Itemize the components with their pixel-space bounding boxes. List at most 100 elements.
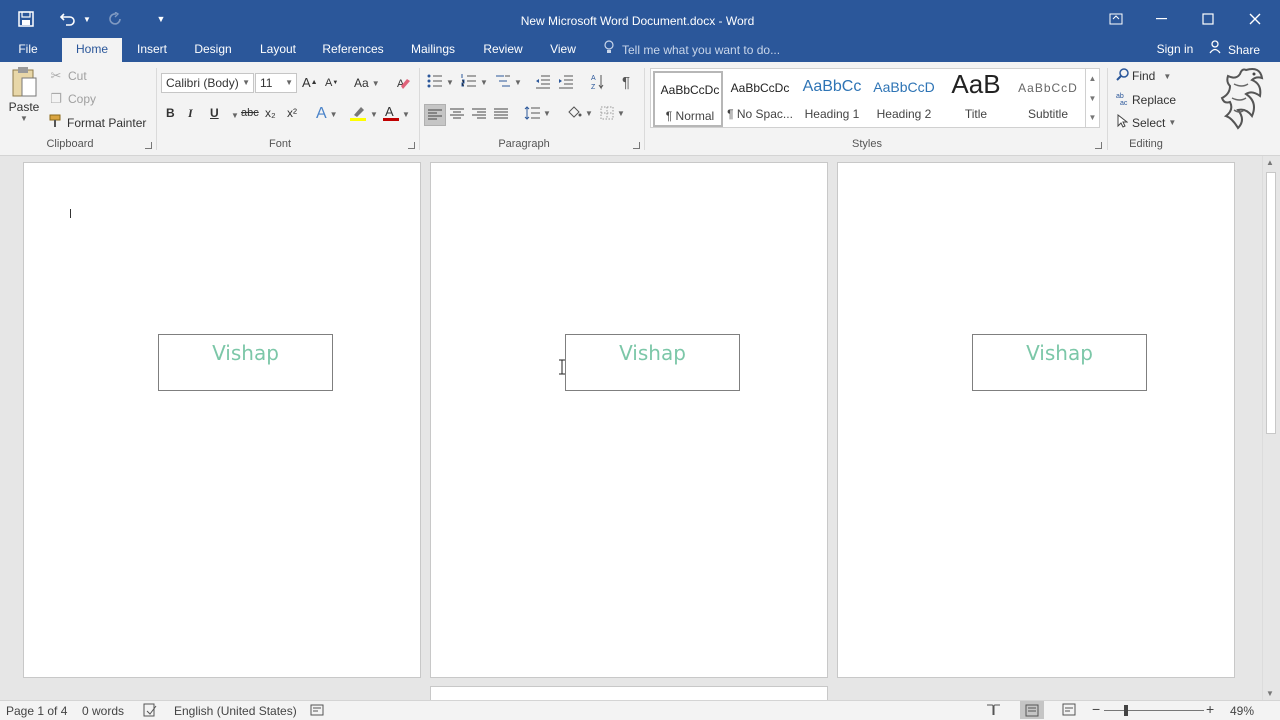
change-case-button[interactable]: Aa ▼	[354, 76, 380, 90]
font-name-field[interactable]: Calibri (Body) ▼	[161, 73, 254, 93]
document-page-2[interactable]: Vishap	[430, 162, 828, 678]
vertical-scrollbar[interactable]: ▲ ▼	[1262, 156, 1280, 700]
subscript-button[interactable]: x₂	[265, 106, 276, 120]
document-page-3[interactable]: Vishap	[837, 162, 1235, 678]
text-box[interactable]: Vishap	[565, 334, 740, 391]
tab-review[interactable]: Review	[480, 38, 526, 62]
increase-indent-button[interactable]	[558, 75, 574, 89]
font-name-dropdown-icon[interactable]: ▼	[242, 74, 250, 92]
document-area[interactable]: Vishap Vishap Vishap	[0, 156, 1262, 700]
find-dropdown-icon[interactable]: ▼	[1163, 72, 1171, 81]
zoom-out-button[interactable]: −	[1092, 701, 1100, 717]
format-painter-button[interactable]: Format Painter	[48, 114, 146, 132]
change-case-dropdown-icon[interactable]: ▼	[372, 79, 380, 88]
tab-insert[interactable]: Insert	[131, 38, 173, 62]
superscript-button[interactable]: x²	[287, 106, 297, 120]
sort-button[interactable]: AZ	[591, 73, 605, 91]
font-color-button[interactable]: A ▼	[383, 104, 410, 125]
page-count[interactable]: Page 1 of 4	[6, 704, 67, 718]
multilevel-dropdown-icon[interactable]: ▼	[514, 78, 522, 87]
style-no-spacing[interactable]: AaBbCcDc ¶ No Spac...	[725, 71, 795, 127]
font-size-dropdown-icon[interactable]: ▼	[285, 74, 293, 92]
bullets-button[interactable]: ▼	[427, 74, 454, 91]
shrink-font-button[interactable]: A ▼	[325, 77, 338, 89]
bullets-dropdown-icon[interactable]: ▼	[446, 78, 454, 87]
paste-dropdown-icon[interactable]: ▼	[20, 114, 28, 123]
font-dialog-launcher-icon[interactable]	[408, 142, 415, 149]
text-box[interactable]: Vishap	[158, 334, 333, 391]
borders-button[interactable]: ▼	[600, 106, 625, 120]
numbering-dropdown-icon[interactable]: ▼	[480, 78, 488, 87]
zoom-level[interactable]: 49%	[1230, 704, 1254, 718]
align-left-button[interactable]	[424, 104, 446, 126]
zoom-in-button[interactable]: +	[1206, 701, 1214, 717]
style-heading-2[interactable]: AaBbCcD Heading 2	[869, 71, 939, 127]
tab-design[interactable]: Design	[190, 38, 236, 62]
grow-font-button[interactable]: A ▲	[302, 75, 318, 90]
styles-more-icon[interactable]: ▼	[1085, 109, 1099, 127]
find-button[interactable]: Find ▼	[1116, 68, 1171, 84]
borders-dropdown-icon[interactable]: ▼	[617, 109, 625, 118]
tab-mailings[interactable]: Mailings	[405, 38, 461, 62]
tab-references[interactable]: References	[320, 38, 386, 62]
shading-button[interactable]: ▼	[566, 105, 593, 121]
tab-view[interactable]: View	[545, 38, 581, 62]
bold-button[interactable]: B	[166, 106, 178, 120]
proofing-icon[interactable]	[143, 703, 157, 720]
text-effects-button[interactable]: A ▼	[316, 105, 338, 123]
share-button[interactable]: Share	[1208, 38, 1264, 62]
shading-dropdown-icon[interactable]: ▼	[585, 109, 593, 118]
center-button[interactable]	[450, 108, 464, 120]
italic-button[interactable]: I	[188, 106, 198, 121]
paste-button[interactable]: Paste ▼	[6, 66, 42, 130]
replace-button[interactable]: ab ac Replace	[1116, 91, 1176, 108]
close-icon[interactable]	[1245, 9, 1265, 29]
zoom-slider-thumb[interactable]	[1124, 705, 1128, 716]
font-size-field[interactable]: 11 ▼	[255, 73, 297, 93]
document-page-1[interactable]: Vishap	[23, 162, 421, 678]
tab-file[interactable]: File	[12, 38, 44, 62]
web-layout-icon[interactable]	[1062, 703, 1076, 719]
scrollbar-thumb[interactable]	[1266, 172, 1276, 434]
styles-scroll-up-icon[interactable]: ▲	[1085, 69, 1099, 89]
underline-dropdown-icon[interactable]: ▼	[231, 111, 239, 120]
show-formatting-marks-button[interactable]: ¶	[622, 74, 630, 91]
minimize-icon[interactable]	[1152, 9, 1172, 29]
tab-home[interactable]: Home	[62, 38, 122, 62]
maximize-icon[interactable]	[1198, 9, 1218, 29]
font-color-dropdown-icon[interactable]: ▼	[402, 110, 410, 119]
strikethrough-button[interactable]: abc	[241, 107, 259, 119]
highlight-dropdown-icon[interactable]: ▼	[370, 110, 378, 119]
style-title[interactable]: AaB Title	[941, 71, 1011, 127]
print-layout-icon[interactable]	[1020, 701, 1044, 719]
highlight-color-button[interactable]: ▼	[349, 104, 378, 125]
scroll-up-icon[interactable]: ▲	[1266, 158, 1274, 167]
style-normal[interactable]: AaBbCcDc ¶ Normal	[653, 71, 723, 127]
select-dropdown-icon[interactable]: ▼	[1168, 118, 1176, 127]
read-mode-icon[interactable]	[986, 703, 1001, 719]
ribbon-display-options-icon[interactable]	[1106, 9, 1126, 29]
scroll-down-icon[interactable]: ▼	[1266, 689, 1274, 698]
justify-button[interactable]	[494, 108, 508, 120]
styles-scroll-down-icon[interactable]: ▼	[1085, 89, 1099, 109]
multilevel-list-button[interactable]: ▼	[495, 74, 522, 91]
numbering-button[interactable]: ▼	[461, 74, 488, 91]
underline-button[interactable]: U	[210, 106, 222, 120]
line-spacing-dropdown-icon[interactable]: ▼	[543, 109, 551, 118]
sign-in-link[interactable]: Sign in	[1152, 38, 1198, 62]
clear-formatting-button[interactable]: A	[396, 75, 412, 94]
paragraph-dialog-launcher-icon[interactable]	[633, 142, 640, 149]
word-count[interactable]: 0 words	[82, 704, 124, 718]
style-heading-1[interactable]: AaBbCc Heading 1	[797, 71, 867, 127]
tab-layout[interactable]: Layout	[255, 38, 301, 62]
align-right-button[interactable]	[472, 108, 486, 120]
select-button[interactable]: Select ▼	[1116, 113, 1176, 131]
zoom-slider[interactable]	[1104, 705, 1204, 716]
decrease-indent-button[interactable]	[535, 75, 551, 89]
tell-me-box[interactable]: Tell me what you want to do...	[604, 38, 804, 62]
text-effects-dropdown-icon[interactable]: ▼	[330, 110, 338, 119]
line-spacing-button[interactable]: ▼	[524, 106, 551, 120]
text-box[interactable]: Vishap	[972, 334, 1147, 391]
document-page-4[interactable]	[430, 686, 828, 700]
language-indicator[interactable]: English (United States)	[174, 704, 297, 718]
